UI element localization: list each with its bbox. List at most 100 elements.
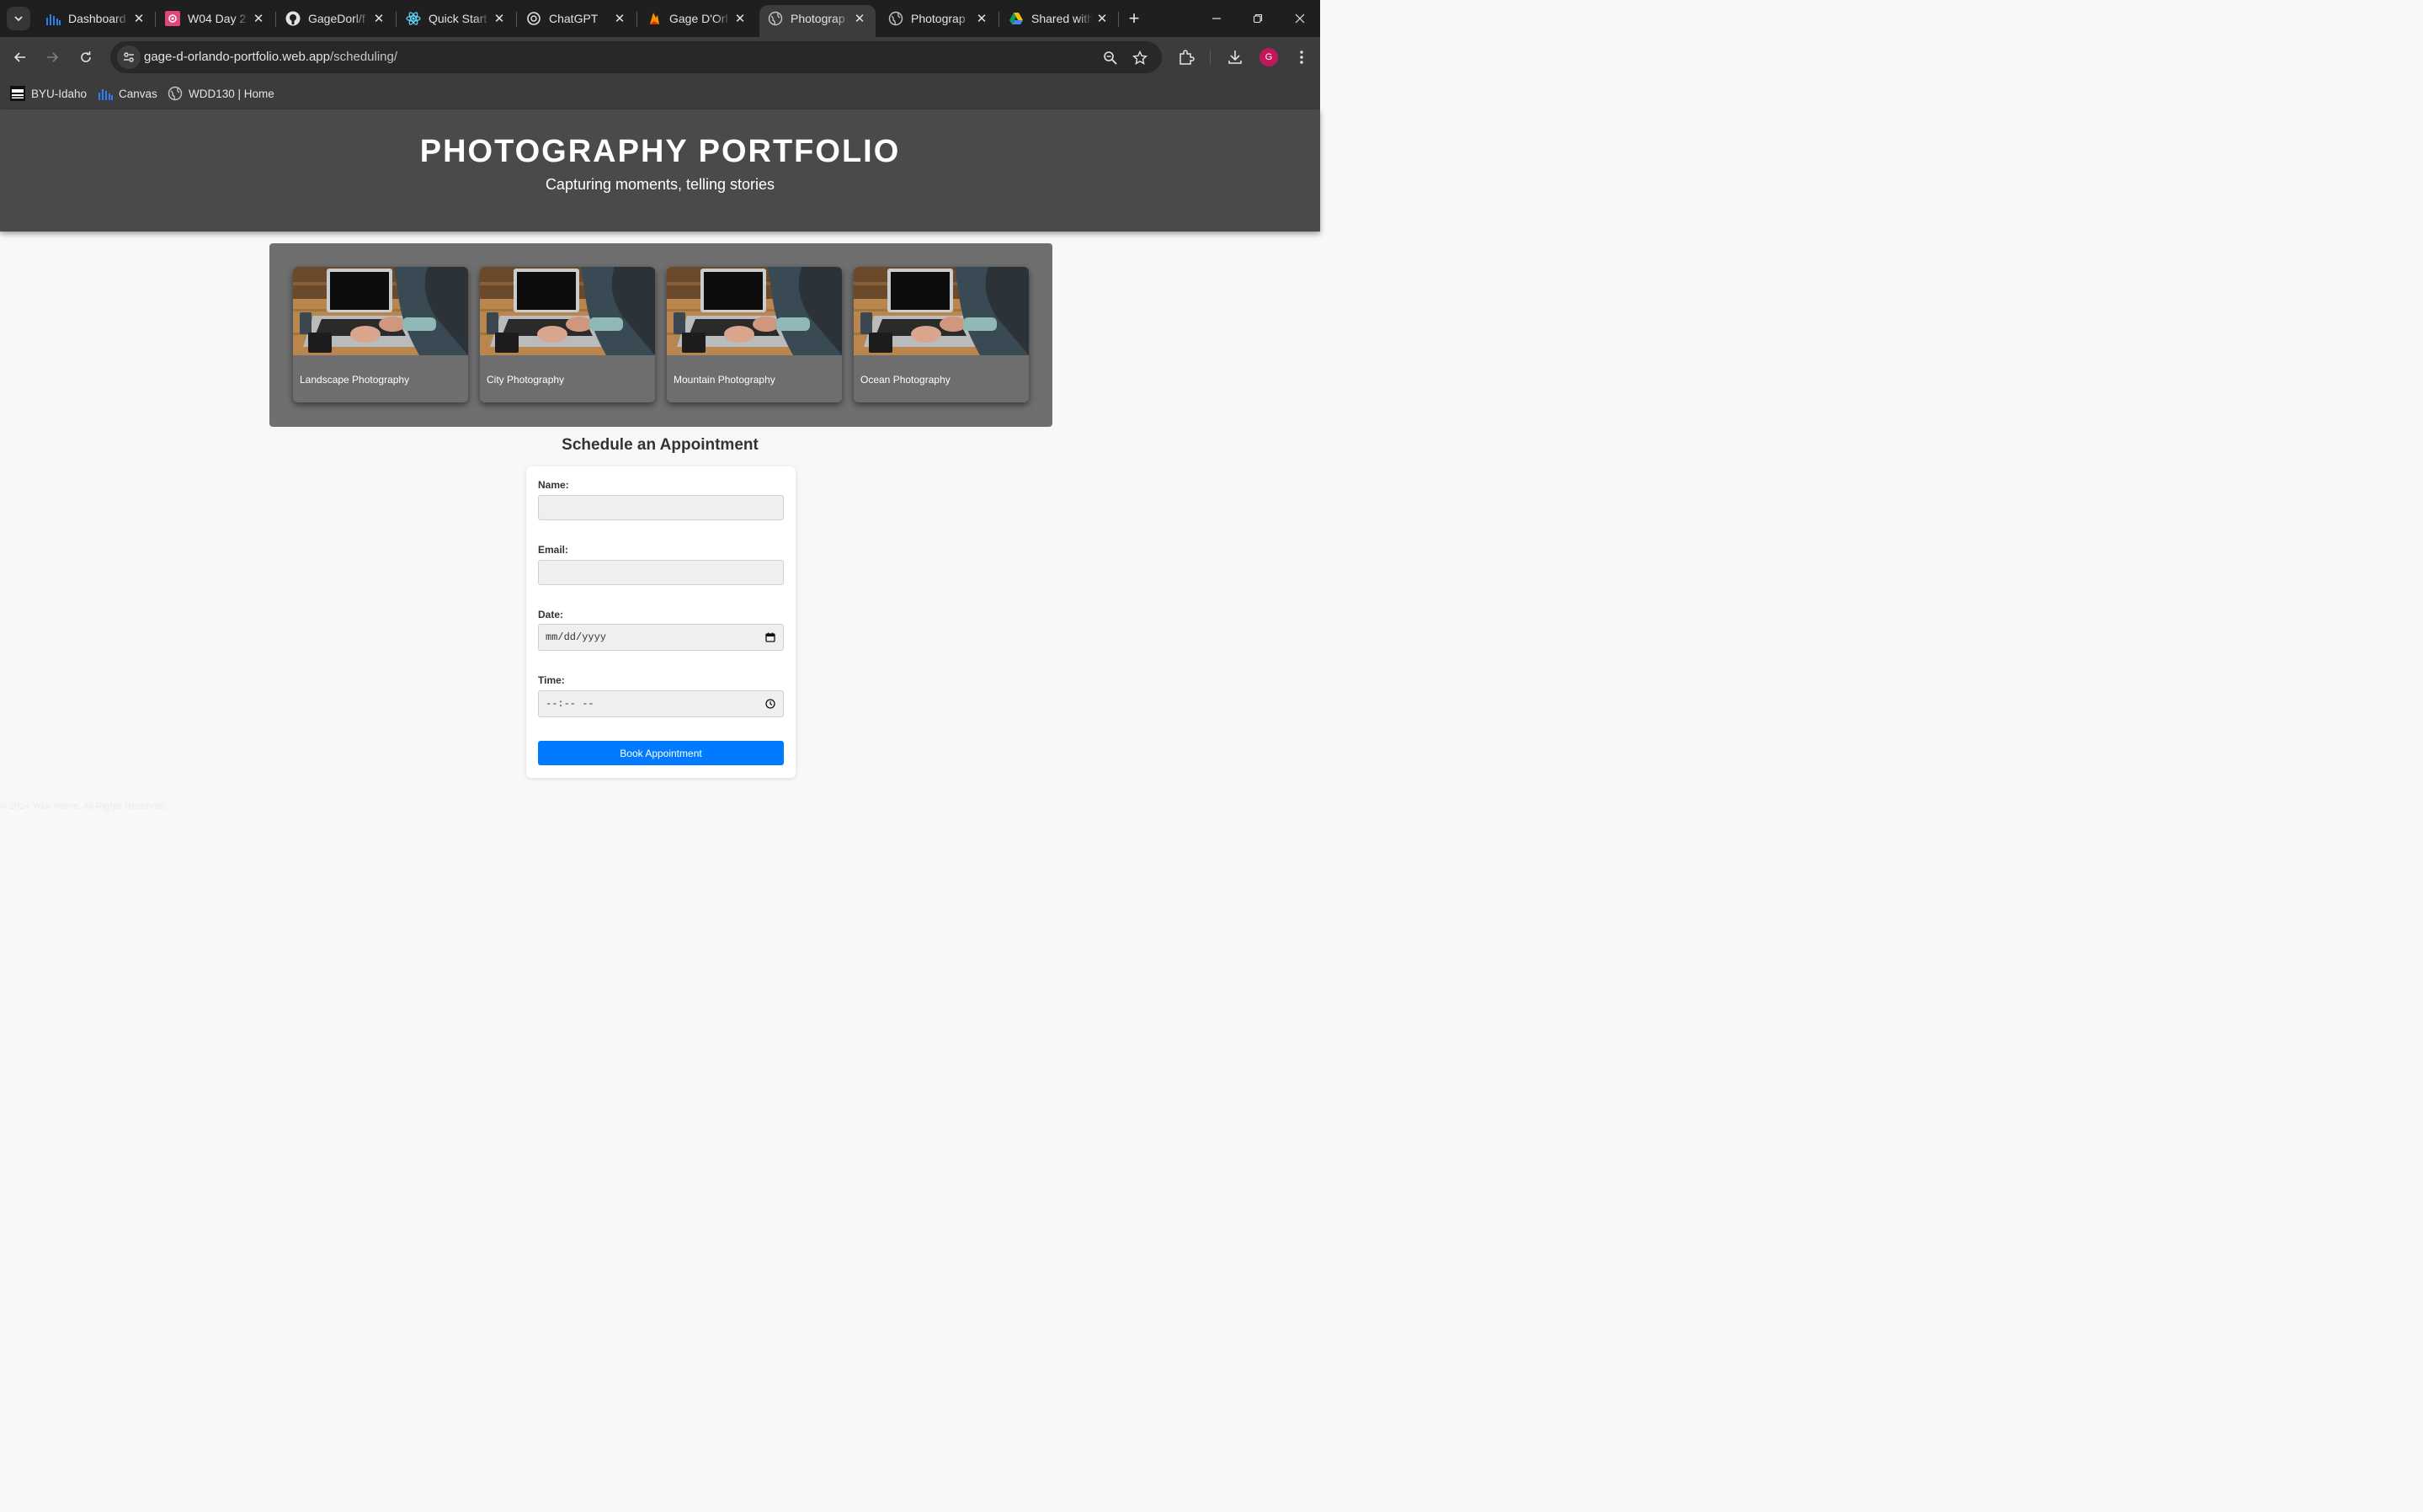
close-tab-icon[interactable]: ✕ [490, 9, 509, 28]
minimize-icon [1212, 18, 1221, 19]
close-tab-icon[interactable]: ✕ [731, 9, 749, 28]
chevron-down-icon [14, 16, 23, 22]
pink-flower-icon [165, 11, 180, 26]
firebase-icon [647, 11, 662, 26]
close-tab-icon[interactable]: ✕ [610, 9, 629, 28]
tab-title: W04 Day 2 [188, 12, 247, 25]
tab-search-button[interactable] [7, 7, 30, 30]
laptop-photo-image [854, 267, 1029, 355]
download-icon [1228, 51, 1242, 64]
more-vertical-icon [1300, 51, 1303, 64]
bookmarks-bar: BYU-Idaho Canvas WDD130 | Home [0, 77, 1320, 109]
browser-menu-button[interactable] [1291, 47, 1312, 67]
tab-separator [516, 12, 517, 27]
gallery-caption: Ocean Photography [860, 374, 951, 386]
close-tab-icon[interactable]: ✕ [1093, 9, 1111, 28]
close-window-button[interactable] [1286, 7, 1314, 30]
forward-button[interactable] [40, 45, 64, 69]
gallery-caption: Mountain Photography [674, 374, 775, 386]
tab-quick-start[interactable]: Quick Start ✕ [397, 5, 515, 32]
restore-button[interactable] [1243, 7, 1272, 30]
new-tab-button[interactable]: + [1123, 8, 1145, 29]
bookmark-wdd130-home[interactable]: WDD130 | Home [168, 84, 274, 103]
email-input[interactable] [538, 560, 784, 585]
zoom-button[interactable] [1101, 49, 1120, 67]
react-icon [406, 11, 421, 26]
url-text[interactable]: gage-d-orlando-portfolio.web.app/schedul… [144, 50, 397, 64]
byu-idaho-icon [10, 86, 25, 101]
tab-photography-active[interactable]: Photograp ✕ [759, 5, 876, 37]
zoom-icon [1104, 51, 1117, 65]
tab-chatgpt[interactable]: ChatGPT ✕ [518, 5, 636, 32]
tab-gage-dorlando[interactable]: Gage D'Orl ✕ [638, 5, 756, 32]
name-input[interactable] [538, 495, 784, 520]
close-tab-icon[interactable]: ✕ [249, 9, 268, 28]
tab-github[interactable]: GageDorl/f ✕ [277, 5, 395, 32]
tab-photography[interactable]: Photograp ✕ [880, 5, 998, 32]
name-label: Name: [538, 479, 569, 491]
gallery-caption: City Photography [487, 374, 565, 386]
url-host: gage-d-orlando-portfolio.web.app [144, 50, 330, 64]
site-footer: © 2024 Your Name. All Rights Reserved. [0, 801, 168, 812]
tab-separator [396, 12, 397, 27]
site-header: PHOTOGRAPHY PORTFOLIO Capturing moments,… [0, 109, 1320, 232]
close-tab-icon[interactable]: ✕ [972, 9, 991, 28]
gallery-card-city[interactable]: City Photography [480, 267, 655, 402]
close-tab-icon[interactable]: ✕ [130, 9, 148, 28]
site-info-button[interactable] [117, 45, 141, 69]
date-placeholder: mm/dd/yyyy [546, 631, 607, 643]
time-placeholder: --:-- -- [546, 698, 594, 710]
laptop-photo-image [667, 267, 842, 355]
extensions-button[interactable] [1176, 47, 1196, 67]
calendar-icon[interactable] [764, 631, 775, 642]
gallery-card-landscape[interactable]: Landscape Photography [293, 267, 468, 402]
laptop-photo-image [480, 267, 655, 355]
minimize-button[interactable] [1202, 7, 1231, 30]
photo-gallery: Landscape Photography City Photography M… [269, 243, 1052, 427]
globe-icon [888, 11, 903, 26]
date-label: Date: [538, 609, 564, 620]
tab-title: Dashboard [68, 12, 126, 25]
arrow-right-icon [47, 52, 59, 62]
laptop-photo-image [293, 267, 468, 355]
gallery-card-mountain[interactable]: Mountain Photography [667, 267, 842, 402]
arrow-left-icon [13, 52, 25, 62]
tab-separator [155, 12, 156, 27]
back-button[interactable] [8, 45, 32, 69]
tab-title: Photograp [791, 12, 845, 25]
appointment-form: Name: Email: Date: mm/dd/yyyy Time: --:-… [526, 466, 796, 778]
globe-icon [168, 86, 183, 101]
date-input[interactable]: mm/dd/yyyy [538, 624, 784, 651]
tab-w04-day-2[interactable]: W04 Day 2 ✕ [157, 5, 274, 32]
close-tab-icon[interactable]: ✕ [850, 9, 869, 28]
close-icon [1295, 13, 1305, 24]
toolbar-separator [1210, 50, 1211, 65]
openai-icon [526, 11, 541, 26]
bookmark-label: BYU-Idaho [31, 87, 88, 100]
schedule-heading: Schedule an Appointment [562, 436, 759, 454]
gallery-card-ocean[interactable]: Ocean Photography [854, 267, 1029, 402]
downloads-button[interactable] [1225, 47, 1245, 67]
bookmark-label: Canvas [119, 87, 157, 100]
close-tab-icon[interactable]: ✕ [370, 9, 388, 28]
time-input[interactable]: --:-- -- [538, 690, 784, 717]
tab-title: ChatGPT [549, 12, 599, 25]
bookmark-star-button[interactable] [1131, 49, 1149, 67]
bookmark-label: WDD130 | Home [189, 87, 274, 100]
tab-separator [1118, 12, 1119, 27]
clock-icon[interactable] [764, 698, 775, 709]
tab-separator [636, 12, 637, 27]
tab-title: Shared with [1031, 12, 1093, 25]
bookmark-byu-idaho[interactable]: BYU-Idaho [10, 84, 87, 103]
bookmark-canvas[interactable]: Canvas [98, 84, 157, 103]
reload-button[interactable] [74, 45, 98, 69]
book-appointment-button[interactable]: Book Appointment [538, 741, 784, 765]
time-label: Time: [538, 674, 565, 686]
site-tagline: Capturing moments, telling stories [545, 176, 775, 193]
address-bar[interactable]: gage-d-orlando-portfolio.web.app/schedul… [110, 41, 1162, 73]
tab-dashboard[interactable]: Dashboard ✕ [37, 5, 155, 32]
github-icon [285, 11, 301, 26]
reload-icon [81, 51, 91, 62]
tab-shared-with[interactable]: Shared with ✕ [1000, 5, 1118, 32]
profile-avatar[interactable]: G [1259, 48, 1278, 67]
